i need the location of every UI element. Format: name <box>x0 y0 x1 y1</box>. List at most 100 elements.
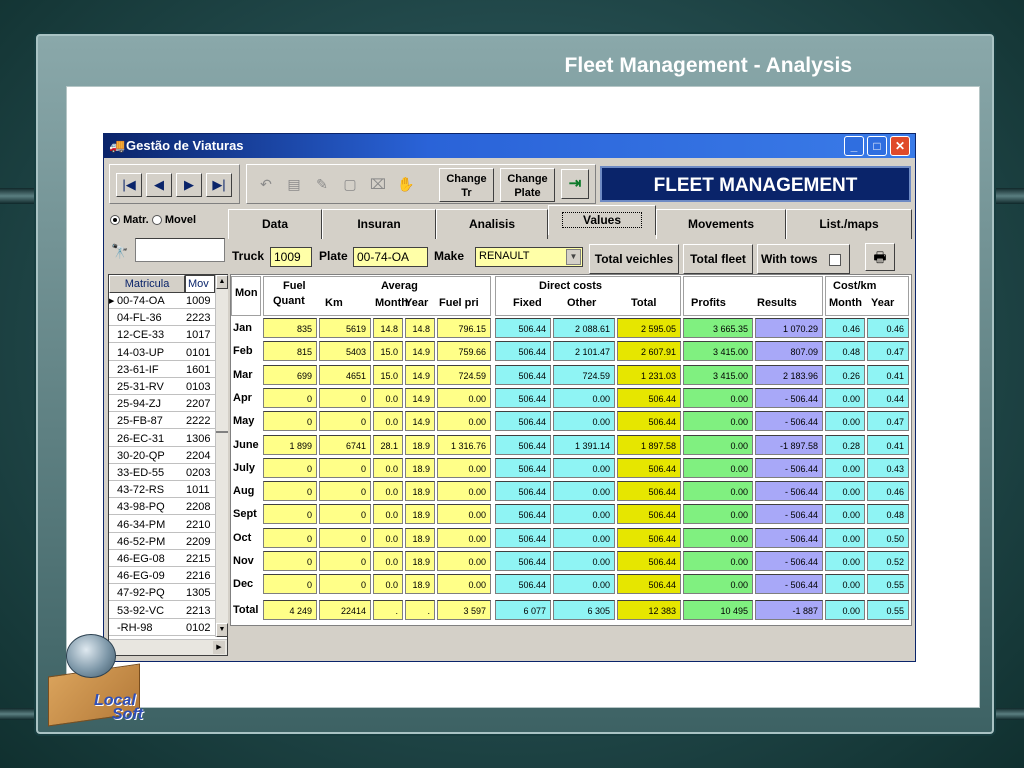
first-record-button[interactable]: |◀ <box>116 173 142 197</box>
cell-pr[interactable]: 0.00 <box>683 574 753 595</box>
cell-pr[interactable]: 3 665.35 <box>683 318 753 338</box>
total-cell-fq[interactable]: 4 249 <box>263 599 317 620</box>
cell-cy[interactable]: 0.46 <box>867 318 909 338</box>
chevron-down-icon[interactable]: ▼ <box>566 249 581 265</box>
previous-record-button[interactable]: ◀ <box>146 173 172 197</box>
cell-cy[interactable]: 0.47 <box>867 341 909 362</box>
cell-fx[interactable]: 506.44 <box>495 551 551 571</box>
cell-km[interactable]: 5403 <box>319 341 371 362</box>
cell-ay[interactable]: 14.8 <box>405 318 435 338</box>
cell-am[interactable]: 15.0 <box>373 341 403 362</box>
cell-cy[interactable]: 0.41 <box>867 434 909 455</box>
truck-field[interactable]: 1009 <box>270 247 312 267</box>
handshake-icon[interactable]: ✋ <box>393 171 419 197</box>
cell-fp[interactable]: 0.00 <box>437 504 491 525</box>
cell-fx[interactable]: 506.44 <box>495 364 551 385</box>
cell-ot[interactable]: 2 088.61 <box>553 318 615 338</box>
cell-cy[interactable]: 0.48 <box>867 504 909 525</box>
cell-am[interactable]: 0.0 <box>373 551 403 571</box>
cell-ot[interactable]: 0.00 <box>553 551 615 571</box>
cell-rs[interactable]: - 506.44 <box>755 411 823 432</box>
cell-tt[interactable]: 2 607.91 <box>617 341 681 362</box>
list-item[interactable]: 46-EG-09 2216 <box>109 569 215 585</box>
cell-fx[interactable]: 506.44 <box>495 387 551 408</box>
cell-fp[interactable]: 0.00 <box>437 411 491 432</box>
cell-pr[interactable]: 3 415.00 <box>683 364 753 385</box>
list-item[interactable]: 14-03-UP 0101 <box>109 346 215 361</box>
delete-icon[interactable]: ⌧ <box>365 171 391 197</box>
cell-ay[interactable]: 18.9 <box>405 574 435 595</box>
vertical-scrollbar[interactable]: ▲ ▼ <box>215 275 228 637</box>
window-titlebar[interactable]: 🚚 Gestão de Viaturas _ □ ✕ <box>104 134 915 158</box>
cell-ot[interactable]: 0.00 <box>553 504 615 525</box>
cell-pr[interactable]: 0.00 <box>683 504 753 525</box>
cell-ay[interactable]: 18.9 <box>405 457 435 478</box>
cell-am[interactable]: 0.0 <box>373 387 403 408</box>
cell-tt[interactable]: 506.44 <box>617 387 681 408</box>
cell-rs[interactable]: -1 897.58 <box>755 434 823 455</box>
scroll-right-icon[interactable]: ▶ <box>213 641 225 654</box>
cell-rs[interactable]: - 506.44 <box>755 551 823 571</box>
cell-tt[interactable]: 2 595.05 <box>617 318 681 338</box>
cell-cy[interactable]: 0.41 <box>867 364 909 385</box>
cell-ot[interactable]: 1 391.14 <box>553 434 615 455</box>
cell-km[interactable]: 0 <box>319 527 371 548</box>
cell-rs[interactable]: - 506.44 <box>755 574 823 595</box>
cell-km[interactable]: 4651 <box>319 364 371 385</box>
tab-insuran[interactable]: Insuran <box>322 209 436 239</box>
list-item[interactable]: 53-92-VC 2213 <box>109 604 215 619</box>
cell-tt[interactable]: 506.44 <box>617 457 681 478</box>
list-item[interactable]: ▶ 00-74-OA 1009 <box>109 294 215 309</box>
cell-fq[interactable]: 835 <box>263 318 317 338</box>
cell-cy[interactable]: 0.50 <box>867 527 909 548</box>
total-cell-am[interactable]: . <box>373 599 403 620</box>
cell-fq[interactable]: 0 <box>263 574 317 595</box>
total-cell-fx[interactable]: 6 077 <box>495 599 551 620</box>
cell-tt[interactable]: 506.44 <box>617 551 681 571</box>
cell-cm[interactable]: 0.26 <box>825 364 865 385</box>
cell-fq[interactable]: 699 <box>263 364 317 385</box>
cell-fp[interactable]: 724.59 <box>437 364 491 385</box>
cell-tt[interactable]: 506.44 <box>617 504 681 525</box>
cell-pr[interactable]: 0.00 <box>683 387 753 408</box>
list-item[interactable]: 25-FB-87 2222 <box>109 414 215 430</box>
cell-rs[interactable]: 2 183.96 <box>755 364 823 385</box>
cell-ay[interactable]: 18.9 <box>405 551 435 571</box>
cell-rs[interactable]: - 506.44 <box>755 457 823 478</box>
cell-cm[interactable]: 0.00 <box>825 527 865 548</box>
cell-fq[interactable]: 0 <box>263 527 317 548</box>
change-truck-button[interactable]: Change Tr <box>439 168 494 202</box>
cell-tt[interactable]: 506.44 <box>617 574 681 595</box>
cell-ot[interactable]: 0.00 <box>553 387 615 408</box>
cell-fx[interactable]: 506.44 <box>495 341 551 362</box>
list-item[interactable]: 25-94-ZJ 2207 <box>109 397 215 413</box>
total-cell-cm[interactable]: 0.00 <box>825 599 865 620</box>
cell-tt[interactable]: 506.44 <box>617 527 681 548</box>
cell-fx[interactable]: 506.44 <box>495 574 551 595</box>
cell-cy[interactable]: 0.46 <box>867 481 909 502</box>
cell-rs[interactable]: - 506.44 <box>755 481 823 502</box>
printer-icon[interactable]: 🖶 <box>865 243 895 271</box>
change-plate-button[interactable]: Change Plate <box>500 168 555 202</box>
list-item[interactable]: 43-72-RS 1011 <box>109 483 215 499</box>
list-item[interactable]: 33-ED-55 0203 <box>109 466 215 481</box>
cell-fx[interactable]: 506.44 <box>495 527 551 548</box>
cell-fq[interactable]: 0 <box>263 387 317 408</box>
cell-rs[interactable]: - 506.44 <box>755 504 823 525</box>
list-item[interactable]: 46-EG-08 2215 <box>109 552 215 567</box>
cell-am[interactable]: 0.0 <box>373 527 403 548</box>
cell-am[interactable]: 0.0 <box>373 481 403 502</box>
col-matricula[interactable]: Matricula <box>109 275 185 293</box>
next-record-button[interactable]: ▶ <box>176 173 202 197</box>
cell-cm[interactable]: 0.28 <box>825 434 865 455</box>
cell-tt[interactable]: 506.44 <box>617 481 681 502</box>
radio-movel[interactable] <box>151 215 162 226</box>
cell-cm[interactable]: 0.00 <box>825 574 865 595</box>
undo-icon[interactable]: ↶ <box>253 171 279 197</box>
cell-pr[interactable]: 0.00 <box>683 481 753 502</box>
cell-km[interactable]: 0 <box>319 574 371 595</box>
cell-fp[interactable]: 759.66 <box>437 341 491 362</box>
cell-fp[interactable]: 0.00 <box>437 387 491 408</box>
cell-rs[interactable]: 807.09 <box>755 341 823 362</box>
cell-pr[interactable]: 0.00 <box>683 434 753 455</box>
